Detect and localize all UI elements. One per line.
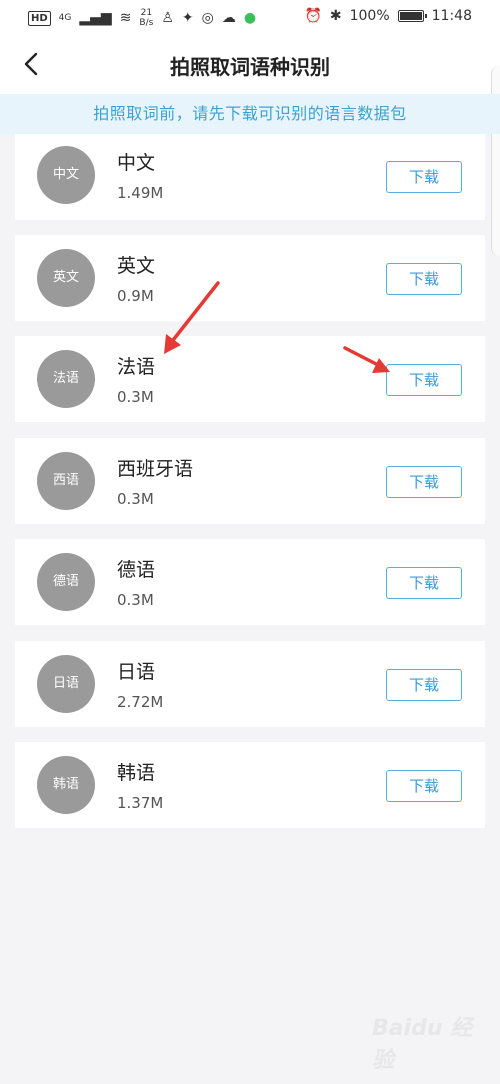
status-left: HD 4G ▂▄▆ ≋ 21 B/s ♙ ✦ ◎ ☁ ●: [28, 8, 256, 28]
wechat-icon: ☁: [221, 10, 236, 26]
status-right: ⏰ ✱ 100% 11:48: [304, 8, 472, 24]
browser-icon: ◎: [201, 10, 214, 26]
download-button[interactable]: 下载: [386, 669, 462, 701]
battery-percent: 100%: [349, 8, 390, 24]
app-icon: ✦: [181, 10, 194, 26]
download-button[interactable]: 下载: [386, 466, 462, 498]
bluetooth-icon: ✱: [329, 8, 342, 24]
language-name: 德语: [117, 559, 156, 581]
download-button[interactable]: 下载: [386, 770, 462, 802]
language-size: 0.3M: [117, 591, 154, 609]
status-bar: HD 4G ▂▄▆ ≋ 21 B/s ♙ ✦ ◎ ☁ ● ⏰ ✱ 100% 11…: [0, 0, 500, 36]
language-name: 中文: [117, 152, 156, 174]
battery-icon: [397, 10, 427, 22]
language-item-french: 法语 法语 0.3M 下载: [15, 336, 485, 422]
download-button[interactable]: 下载: [386, 567, 462, 599]
language-item-english: 英文 英文 0.9M 下载: [15, 235, 485, 321]
wifi-icon: ≋: [119, 10, 132, 26]
clock: 11:48: [431, 8, 472, 24]
language-item-german: 德语 德语 0.3M 下载: [15, 539, 485, 625]
alarm-icon: ⏰: [304, 8, 322, 24]
language-item-japanese: 日语 日语 2.72M 下载: [15, 641, 485, 727]
language-avatar: 中文: [37, 146, 95, 204]
language-item-korean: 韩语 韩语 1.37M 下载: [15, 742, 485, 828]
language-avatar: 法语: [37, 350, 95, 408]
download-button[interactable]: 下载: [386, 364, 462, 396]
hd-indicator: HD: [28, 10, 51, 26]
language-name: 韩语: [117, 762, 156, 784]
baidu-watermark: Baidu 经验: [372, 1016, 482, 1074]
language-avatar: 日语: [37, 655, 95, 713]
language-name: 法语: [117, 356, 156, 378]
language-size: 1.37M: [117, 794, 164, 812]
download-button[interactable]: 下载: [386, 161, 462, 193]
language-name: 西班牙语: [117, 458, 194, 480]
qq-icon: ♙: [161, 10, 174, 26]
watermark-text: Baidu 经验: [372, 1016, 473, 1073]
language-avatar: 德语: [37, 553, 95, 611]
page-title: 拍照取词语种识别: [170, 55, 330, 79]
language-size: 1.49M: [117, 184, 164, 202]
header-bar: 拍照取词语种识别: [0, 36, 500, 94]
green-app-icon: ●: [243, 10, 257, 26]
language-item-chinese: 中文 中文 1.49M 下载: [15, 134, 485, 220]
language-size: 0.9M: [117, 287, 154, 305]
signal-icon: ▂▄▆: [79, 10, 112, 26]
language-name: 日语: [117, 661, 156, 683]
language-avatar: 英文: [37, 249, 95, 307]
language-size: 2.72M: [117, 693, 164, 711]
download-button[interactable]: 下载: [386, 263, 462, 295]
language-size: 0.3M: [117, 388, 154, 406]
net-type: 4G: [58, 13, 72, 23]
language-name: 英文: [117, 255, 156, 277]
language-item-spanish: 西语 西班牙语 0.3M 下载: [15, 438, 485, 524]
language-avatar: 韩语: [37, 756, 95, 814]
network-speed: 21 B/s: [139, 8, 153, 28]
network-speed-value: 21: [140, 8, 153, 18]
language-avatar: 西语: [37, 452, 95, 510]
language-size: 0.3M: [117, 490, 154, 508]
download-notice: 拍照取词前，请先下载可识别的语言数据包: [0, 94, 500, 134]
network-speed-unit: B/s: [139, 18, 154, 28]
